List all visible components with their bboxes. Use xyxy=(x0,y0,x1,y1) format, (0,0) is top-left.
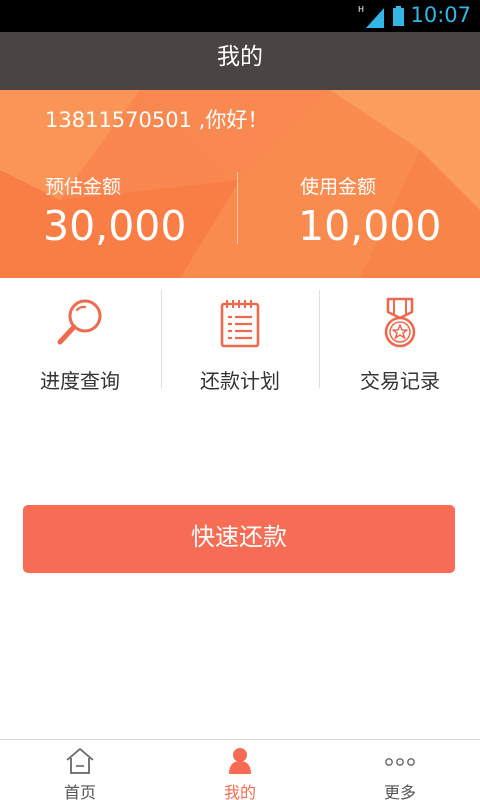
status-clock: 10:07 xyxy=(410,3,471,27)
medal-icon xyxy=(384,297,416,348)
transaction-records-shortcut[interactable]: 交易记录 xyxy=(320,278,480,400)
signal-icon: H xyxy=(358,5,384,28)
battery-icon xyxy=(393,6,404,26)
used-amount-label: 使用金额 xyxy=(300,176,377,198)
app-screen: H 10:07 我的 13811570501 ,你好！ 预估金额 30,000 … xyxy=(0,0,480,800)
page-title: 我的 xyxy=(0,32,480,90)
user-greeting: 13811570501 ,你好！ xyxy=(45,108,269,132)
stats-divider xyxy=(237,172,238,244)
progress-query-shortcut[interactable]: 进度查询 xyxy=(0,278,160,400)
bottom-tab-bar: 首页 我的 更多 xyxy=(0,739,480,800)
tab-home[interactable]: 首页 xyxy=(0,740,160,800)
shortcut-grid: 进度查询 还款计划 交易记录 xyxy=(0,278,480,400)
shortcut-label: 还款计划 xyxy=(200,369,280,393)
estimated-amount-value: 30,000 xyxy=(43,202,187,250)
account-summary-panel: 13811570501 ,你好！ 预估金额 30,000 使用金额 10,000 xyxy=(0,90,480,278)
tab-mine[interactable]: 我的 xyxy=(160,740,320,800)
shortcut-label: 进度查询 xyxy=(40,369,120,393)
network-type-label: H xyxy=(358,5,364,14)
estimated-amount-label: 预估金额 xyxy=(45,176,122,198)
magnifier-icon xyxy=(57,299,102,345)
tab-label: 首页 xyxy=(63,783,96,800)
user-icon xyxy=(229,748,251,774)
status-bar: H 10:07 xyxy=(0,0,480,32)
used-amount-value: 10,000 xyxy=(298,202,442,250)
tab-label: 我的 xyxy=(223,783,256,800)
tab-label: 更多 xyxy=(383,783,416,800)
more-dots-icon xyxy=(385,758,415,766)
quick-repay-button[interactable]: 快速还款 xyxy=(23,505,455,573)
repayment-plan-shortcut[interactable]: 还款计划 xyxy=(160,278,320,400)
shortcut-label: 交易记录 xyxy=(360,369,440,393)
notepad-icon xyxy=(220,300,260,348)
home-icon xyxy=(66,748,94,774)
tab-more[interactable]: 更多 xyxy=(320,740,480,800)
